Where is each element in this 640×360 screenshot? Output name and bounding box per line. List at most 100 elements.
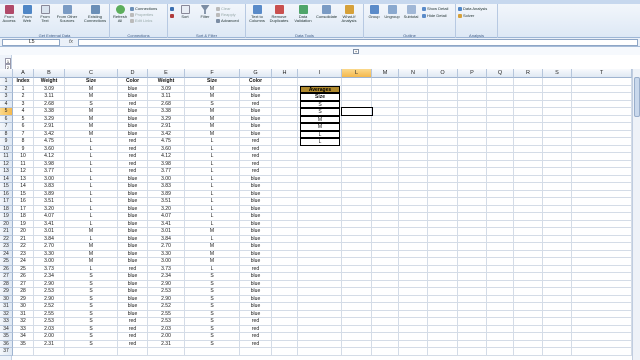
empty-cell[interactable] <box>487 85 514 93</box>
empty-cell[interactable] <box>428 310 458 318</box>
show-detail-button[interactable]: Show Detail <box>422 6 448 11</box>
empty-cell[interactable] <box>428 340 458 348</box>
empty-cell[interactable] <box>272 265 298 273</box>
table-cell[interactable]: 3.84 <box>148 235 185 243</box>
ungroup-button[interactable]: Ungroup <box>383 5 401 19</box>
empty-cell[interactable] <box>514 198 543 206</box>
empty-cell[interactable] <box>543 258 572 266</box>
empty-cell[interactable] <box>399 115 428 123</box>
empty-cell[interactable] <box>487 93 514 101</box>
column-header[interactable]: E <box>148 69 185 78</box>
empty-cell[interactable] <box>342 168 372 176</box>
empty-cell[interactable] <box>372 123 399 131</box>
table-cell[interactable]: 18 <box>13 213 34 221</box>
table-cell[interactable]: blue <box>240 310 272 318</box>
empty-cell[interactable] <box>372 93 399 101</box>
empty-cell[interactable] <box>272 78 298 86</box>
empty-cell[interactable] <box>428 280 458 288</box>
row-header[interactable]: 8 <box>0 130 13 138</box>
select-all-corner[interactable] <box>0 69 13 78</box>
from-web-button[interactable]: From Web <box>20 5 34 23</box>
table-cell[interactable]: L <box>65 145 118 153</box>
empty-cell[interactable] <box>543 130 572 138</box>
empty-cell[interactable] <box>342 265 372 273</box>
table-cell[interactable]: L <box>185 235 240 243</box>
empty-cell[interactable] <box>428 325 458 333</box>
column-header[interactable]: T <box>572 69 632 78</box>
empty-cell[interactable] <box>399 265 428 273</box>
existing-connections-button[interactable]: Existing Connections <box>82 5 108 23</box>
empty-cell[interactable] <box>399 130 428 138</box>
empty-cell[interactable] <box>342 288 372 296</box>
table-cell[interactable]: 6 <box>13 123 34 131</box>
empty-cell[interactable] <box>399 325 428 333</box>
empty-cell[interactable] <box>458 303 487 311</box>
empty-cell[interactable] <box>372 288 399 296</box>
empty-cell[interactable] <box>458 115 487 123</box>
table-cell[interactable]: 13 <box>13 175 34 183</box>
table-cell[interactable]: 3.73 <box>148 265 185 273</box>
table-cell[interactable]: blue <box>118 198 148 206</box>
table-cell[interactable]: 8 <box>13 138 34 146</box>
table-cell[interactable]: blue <box>118 93 148 101</box>
empty-cell[interactable] <box>298 303 342 311</box>
empty-cell[interactable] <box>487 78 514 86</box>
empty-cell[interactable] <box>342 123 372 131</box>
table-cell[interactable]: 3.30 <box>148 250 185 258</box>
table-cell[interactable]: 2.03 <box>34 325 65 333</box>
empty-cell[interactable] <box>399 198 428 206</box>
empty-cell[interactable] <box>428 153 458 161</box>
table-cell[interactable]: L <box>185 198 240 206</box>
empty-cell[interactable] <box>342 228 372 236</box>
empty-cell[interactable] <box>514 288 543 296</box>
empty-cell[interactable] <box>572 310 632 318</box>
empty-cell[interactable] <box>272 85 298 93</box>
clear-button[interactable]: Clear <box>216 6 231 11</box>
empty-cell[interactable] <box>372 243 399 251</box>
table-cell[interactable]: 4.07 <box>34 213 65 221</box>
formula-input[interactable] <box>78 39 638 46</box>
empty-cell[interactable] <box>572 153 632 161</box>
empty-cell[interactable] <box>572 288 632 296</box>
empty-cell[interactable] <box>572 265 632 273</box>
table-cell[interactable]: 3.98 <box>148 160 185 168</box>
row-header[interactable]: 31 <box>0 303 13 311</box>
table-cell[interactable]: M <box>65 93 118 101</box>
empty-cell[interactable] <box>272 340 298 348</box>
empty-cell[interactable] <box>342 348 372 356</box>
empty-cell[interactable] <box>342 213 372 221</box>
table-cell[interactable]: S <box>185 295 240 303</box>
empty-cell[interactable] <box>543 175 572 183</box>
table-cell[interactable]: M <box>185 243 240 251</box>
from-text-button[interactable]: From Text <box>38 5 52 23</box>
empty-cell[interactable] <box>458 333 487 341</box>
empty-cell[interactable] <box>572 123 632 131</box>
column-header[interactable]: H <box>272 69 298 78</box>
column-header[interactable]: S <box>543 69 572 78</box>
row-header[interactable]: 30 <box>0 295 13 303</box>
empty-cell[interactable] <box>298 190 342 198</box>
empty-cell[interactable] <box>543 250 572 258</box>
empty-cell[interactable] <box>399 250 428 258</box>
table-cell[interactable]: L <box>65 205 118 213</box>
table-cell[interactable]: 2.00 <box>148 333 185 341</box>
row-header[interactable]: 9 <box>0 138 13 146</box>
table-cell[interactable]: 3.83 <box>34 183 65 191</box>
table-cell[interactable]: Color <box>118 78 148 86</box>
table-cell[interactable]: blue <box>240 108 272 116</box>
empty-cell[interactable] <box>298 235 342 243</box>
table-cell[interactable]: L <box>185 265 240 273</box>
table-cell[interactable]: S <box>65 325 118 333</box>
table-cell[interactable]: L <box>185 168 240 176</box>
empty-cell[interactable] <box>572 280 632 288</box>
empty-cell[interactable] <box>428 220 458 228</box>
empty-cell[interactable] <box>487 250 514 258</box>
table-cell[interactable]: red <box>118 340 148 348</box>
empty-cell[interactable] <box>487 205 514 213</box>
empty-cell[interactable] <box>514 160 543 168</box>
empty-cell[interactable] <box>458 213 487 221</box>
table-cell[interactable]: blue <box>240 220 272 228</box>
empty-cell[interactable] <box>428 78 458 86</box>
table-cell[interactable]: S <box>185 325 240 333</box>
empty-cell[interactable] <box>342 235 372 243</box>
